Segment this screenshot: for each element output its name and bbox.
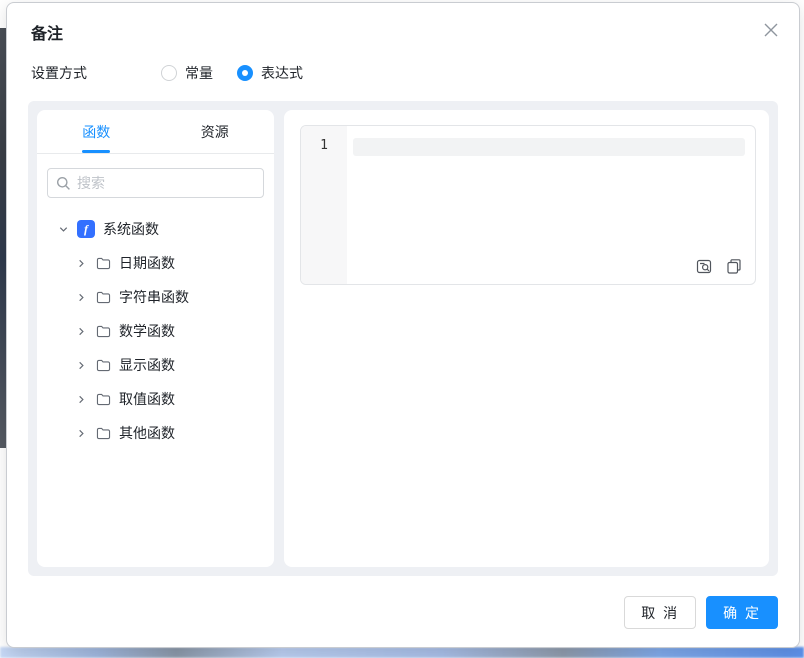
tab-bar: 函数 资源	[37, 110, 274, 154]
radio-option-expression[interactable]: 表达式	[237, 63, 303, 83]
close-button[interactable]	[757, 16, 785, 44]
tree-item-label: 取值函数	[119, 389, 175, 409]
folder-icon	[95, 357, 111, 373]
folder-icon	[95, 323, 111, 339]
radio-option-constant[interactable]: 常量	[161, 63, 213, 83]
editor-toolbar	[695, 257, 743, 275]
chevron-right-icon[interactable]	[73, 425, 89, 441]
chevron-right-icon[interactable]	[73, 391, 89, 407]
close-icon	[763, 22, 779, 38]
radio-label: 表达式	[261, 63, 303, 83]
tree-item[interactable]: 字符串函数	[37, 280, 274, 314]
search-box[interactable]	[47, 168, 264, 198]
setting-mode-label: 设置方式	[31, 63, 87, 83]
tree-item[interactable]: 数学函数	[37, 314, 274, 348]
folder-icon	[95, 289, 111, 305]
tree-item-label: 日期函数	[119, 253, 175, 273]
line-number: 1	[320, 138, 328, 153]
tree-item-label: 显示函数	[119, 355, 175, 375]
radio-label: 常量	[185, 63, 213, 83]
confirm-button[interactable]: 确 定	[706, 596, 778, 629]
tree-item[interactable]: 其他函数	[37, 416, 274, 450]
function-tree: f 系统函数 日期函数字符串函数数学函数显示函数取值函数其他函数	[37, 202, 274, 450]
background-page-bottom-edge	[0, 647, 804, 658]
cancel-button[interactable]: 取 消	[624, 596, 696, 629]
search-input[interactable]	[77, 175, 255, 191]
tree-item-system-functions[interactable]: f 系统函数	[37, 212, 274, 246]
tab-label: 函数	[82, 122, 110, 142]
line-number-gutter: 1	[301, 126, 347, 284]
code-area[interactable]	[347, 126, 755, 284]
remark-dialog: 备注 设置方式 常量 表达式 函数 资源	[6, 2, 800, 648]
tree-item-label: 数学函数	[119, 321, 175, 341]
folder-icon	[95, 391, 111, 407]
folder-icon	[95, 425, 111, 441]
tree-children: 日期函数字符串函数数学函数显示函数取值函数其他函数	[37, 246, 274, 450]
tab-resources[interactable]: 资源	[156, 110, 275, 153]
dialog-title: 备注	[31, 20, 63, 44]
function-f-icon: f	[77, 220, 95, 238]
setting-mode-row: 设置方式 常量 表达式	[31, 63, 327, 83]
radio-circle-icon	[237, 65, 253, 81]
expression-panel: 1	[284, 110, 769, 567]
radio-circle-icon	[161, 65, 177, 81]
expression-editor[interactable]: 1	[300, 125, 756, 285]
chevron-right-icon[interactable]	[73, 289, 89, 305]
function-resource-panel: 函数 资源 f 系统函数	[37, 110, 274, 567]
active-line-highlight	[353, 138, 745, 156]
chevron-down-icon[interactable]	[55, 221, 71, 237]
tree-item[interactable]: 日期函数	[37, 246, 274, 280]
tree-item-label: 系统函数	[103, 219, 159, 239]
chevron-right-icon[interactable]	[73, 357, 89, 373]
chevron-right-icon[interactable]	[73, 323, 89, 339]
tab-functions[interactable]: 函数	[37, 110, 156, 153]
tree-item-label: 其他函数	[119, 423, 175, 443]
preview-search-icon[interactable]	[695, 257, 713, 275]
chevron-right-icon[interactable]	[73, 255, 89, 271]
tree-item[interactable]: 显示函数	[37, 348, 274, 382]
folder-icon	[95, 255, 111, 271]
panels-container: 函数 资源 f 系统函数	[28, 101, 778, 576]
tree-item[interactable]: 取值函数	[37, 382, 274, 416]
tree-item-label: 字符串函数	[119, 287, 189, 307]
search-icon	[56, 176, 71, 191]
copy-icon[interactable]	[725, 257, 743, 275]
dialog-footer: 取 消 确 定	[624, 596, 778, 629]
tab-label: 资源	[201, 122, 229, 142]
